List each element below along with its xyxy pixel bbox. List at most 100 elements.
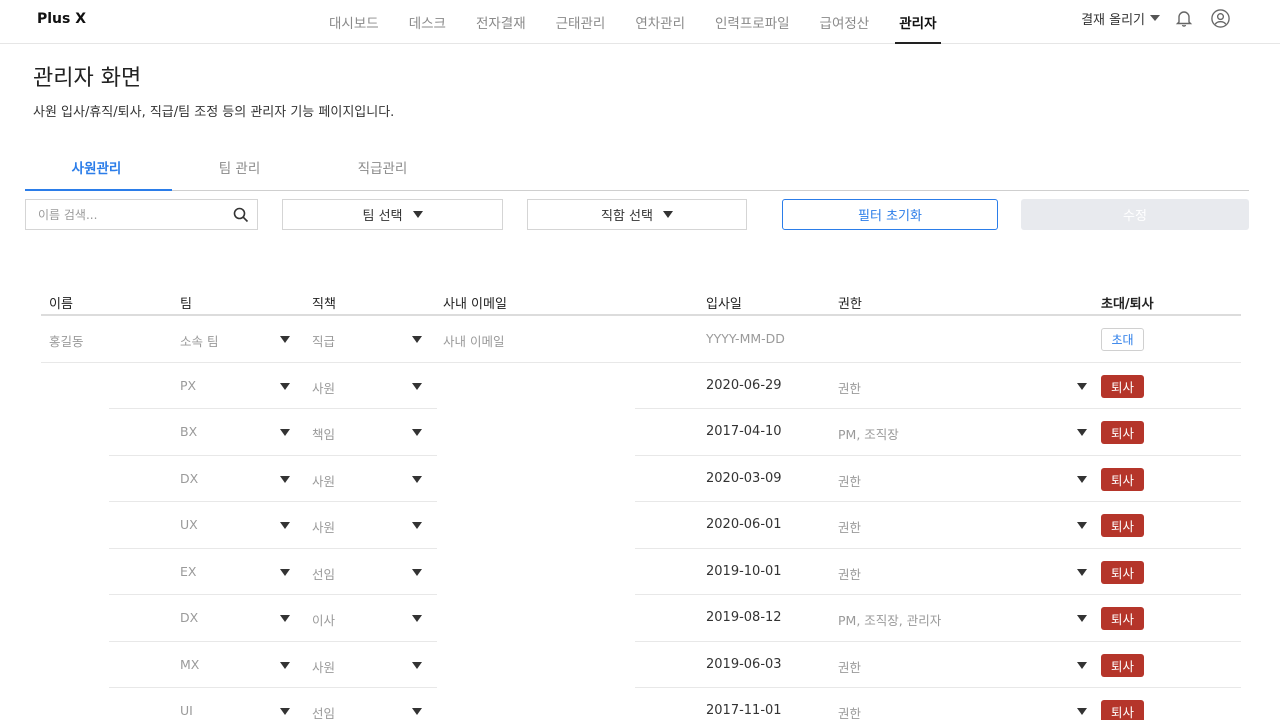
nav-item-admin[interactable]: 관리자 [884, 0, 951, 44]
search-input[interactable] [38, 207, 218, 222]
team-cell[interactable]: UI [180, 703, 193, 718]
team-dropdown-icon[interactable] [280, 522, 290, 529]
nav-item-leave[interactable]: 연차관리 [620, 0, 700, 44]
employee-table: 이름 팀 직책 사내 이메일 입사일 권한 초대/퇴사 홍길동 소속 팀 직급 … [41, 282, 1241, 720]
permission-dropdown-icon[interactable] [1077, 615, 1087, 622]
position-dropdown-icon[interactable] [412, 522, 422, 529]
position-cell[interactable]: 선임 [312, 703, 335, 720]
permission-cell[interactable]: 권한 [838, 471, 861, 490]
tab-employee-management[interactable]: 사원관리 [25, 146, 172, 191]
table-row: MX 사원 2019-06-03 권한 퇴사 [41, 642, 1241, 688]
team-dropdown-icon[interactable] [280, 615, 290, 622]
permission-dropdown-icon[interactable] [1077, 475, 1087, 483]
permission-dropdown-icon[interactable] [1077, 522, 1087, 529]
edit-button[interactable]: 수정 [1021, 199, 1249, 230]
position-dropdown-icon[interactable] [412, 615, 422, 622]
team-dropdown-icon[interactable] [280, 708, 290, 715]
admin-tabs: 사원관리 팀 관리 직급관리 [25, 146, 1249, 191]
team-cell[interactable]: EX [180, 564, 196, 579]
position-cell[interactable]: 이사 [312, 610, 335, 629]
position-dropdown-icon[interactable] [412, 475, 422, 483]
team-dropdown-icon[interactable] [280, 568, 290, 576]
permission-cell[interactable]: 권한 [838, 703, 861, 720]
position-cell[interactable]: 선임 [312, 564, 335, 583]
team-cell[interactable]: DX [180, 610, 198, 625]
position-dropdown-icon[interactable] [412, 429, 422, 436]
position-cell[interactable]: 사원 [312, 471, 335, 490]
team-cell[interactable]: BX [180, 424, 197, 439]
team-select-label: 팀 선택 [362, 209, 403, 224]
team-select[interactable]: 팀 선택 [282, 199, 503, 230]
position-dropdown-icon[interactable] [412, 336, 422, 343]
name-field[interactable]: 홍길동 [49, 331, 84, 350]
permission-cell[interactable]: PM, 조직장 [838, 424, 899, 443]
permission-dropdown-icon[interactable] [1077, 429, 1087, 436]
join-date-field[interactable]: YYYY-MM-DD [706, 331, 785, 346]
nav-item-desk[interactable]: 데스크 [394, 0, 461, 44]
team-cell[interactable]: DX [180, 471, 198, 486]
permission-cell[interactable]: PM, 조직장, 관리자 [838, 610, 941, 629]
search-icon[interactable] [233, 207, 249, 227]
nav-item-approval[interactable]: 전자결재 [461, 0, 541, 44]
tab-position-management[interactable]: 직급관리 [311, 146, 454, 190]
leave-button[interactable]: 퇴사 [1101, 421, 1144, 444]
tab-team-management[interactable]: 팀 관리 [168, 146, 311, 190]
position-dropdown-icon[interactable] [412, 708, 422, 715]
nav-item-payroll[interactable]: 급여정산 [805, 0, 885, 44]
permission-dropdown-icon[interactable] [1077, 708, 1087, 715]
position-dropdown-icon[interactable] [412, 661, 422, 669]
approve-dropdown-button[interactable]: 결재 올리기 [1081, 9, 1160, 28]
position-select[interactable]: 직함 선택 [527, 199, 747, 230]
email-field[interactable]: 사내 이메일 [443, 331, 504, 350]
caret-down-icon [662, 211, 673, 218]
team-field[interactable]: 소속 팀 [180, 331, 218, 350]
caret-down-icon [1150, 15, 1160, 21]
user-circle-icon[interactable] [1208, 6, 1232, 30]
table-row: EX 선임 2019-10-01 권한 퇴사 [41, 549, 1241, 595]
permission-cell[interactable]: 권한 [838, 378, 861, 397]
team-cell[interactable]: MX [180, 657, 199, 672]
position-cell[interactable]: 책임 [312, 424, 335, 443]
position-field[interactable]: 직급 [312, 331, 335, 350]
team-cell[interactable]: UX [180, 517, 198, 532]
table-row: BX 책임 2017-04-10 PM, 조직장 퇴사 [41, 409, 1241, 456]
permission-cell[interactable]: 권한 [838, 564, 861, 583]
leave-button[interactable]: 퇴사 [1101, 700, 1144, 720]
nav-item-dashboard[interactable]: 대시보드 [314, 0, 394, 44]
team-dropdown-icon[interactable] [280, 382, 290, 390]
nav-item-attendance[interactable]: 근태관리 [541, 0, 621, 44]
main-nav: 대시보드 데스크 전자결재 근태관리 연차관리 인력프로파일 급여정산 관리자 [314, 0, 952, 44]
leave-button[interactable]: 퇴사 [1101, 653, 1144, 677]
app-logo[interactable]: Plus X [37, 11, 86, 27]
leave-button[interactable]: 퇴사 [1101, 467, 1144, 491]
team-cell[interactable]: PX [180, 378, 196, 393]
page-title: 관리자 화면 [33, 66, 142, 91]
leave-button[interactable]: 퇴사 [1101, 560, 1144, 584]
permission-dropdown-icon[interactable] [1077, 568, 1087, 576]
team-dropdown-icon[interactable] [280, 475, 290, 483]
invite-button[interactable]: 초대 [1101, 328, 1144, 351]
team-dropdown-icon[interactable] [280, 429, 290, 436]
reset-filter-button[interactable]: 필터 초기화 [782, 199, 998, 230]
position-cell[interactable]: 사원 [312, 517, 335, 536]
team-dropdown-icon[interactable] [280, 336, 290, 343]
team-dropdown-icon[interactable] [280, 661, 290, 669]
leave-button[interactable]: 퇴사 [1101, 514, 1144, 537]
header-position: 직책 [312, 297, 336, 312]
position-dropdown-icon[interactable] [412, 568, 422, 576]
nav-item-profile[interactable]: 인력프로파일 [700, 0, 805, 44]
bell-icon[interactable] [1172, 6, 1196, 30]
position-cell[interactable]: 사원 [312, 378, 335, 397]
join-date-cell: 2020-03-09 [706, 470, 782, 486]
table-row: DX 이사 2019-08-12 PM, 조직장, 관리자 퇴사 [41, 595, 1241, 642]
permission-cell[interactable]: 권한 [838, 657, 861, 676]
permission-dropdown-icon[interactable] [1077, 661, 1087, 669]
leave-button[interactable]: 퇴사 [1101, 374, 1144, 398]
leave-button[interactable]: 퇴사 [1101, 607, 1144, 630]
position-cell[interactable]: 사원 [312, 657, 335, 676]
position-dropdown-icon[interactable] [412, 382, 422, 390]
join-date-cell: 2020-06-01 [706, 517, 782, 532]
header-permission: 권한 [838, 297, 862, 312]
permission-cell[interactable]: 권한 [838, 517, 861, 536]
permission-dropdown-icon[interactable] [1077, 382, 1087, 390]
